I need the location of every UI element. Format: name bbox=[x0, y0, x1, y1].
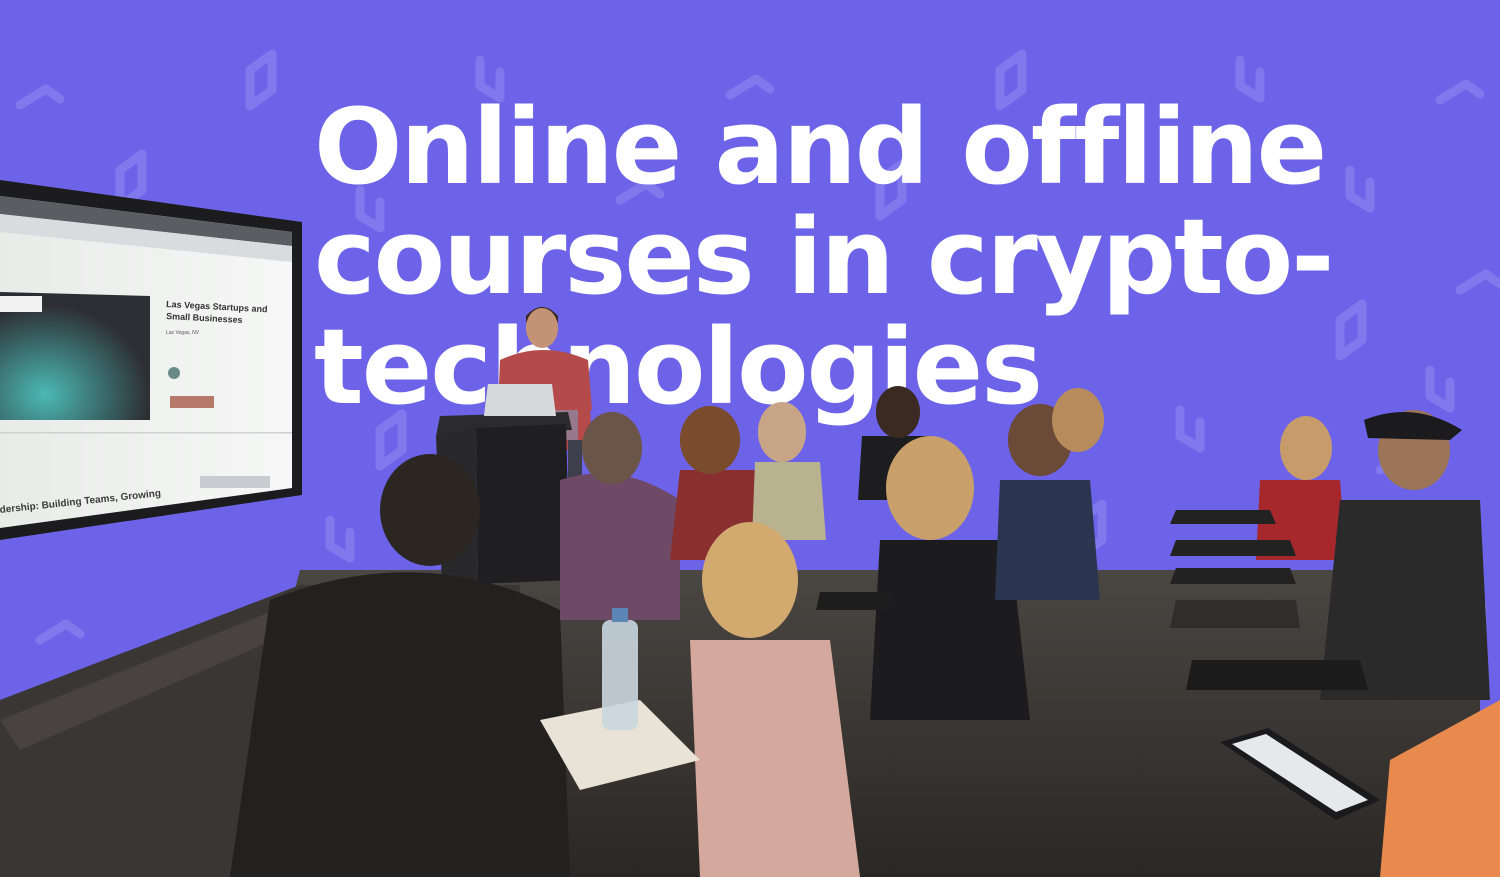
headline-line-1: Online and offline bbox=[314, 86, 1327, 208]
hero-banner: Las Vegas Startups and Small Businesses … bbox=[0, 0, 1500, 877]
screen-event-location: Las Vegas, NV bbox=[166, 330, 200, 336]
page-title: Online and offline courses in crypto- te… bbox=[314, 92, 1414, 422]
screen-event-title-2: Small Businesses bbox=[166, 311, 243, 325]
headline-line-3: technologies bbox=[314, 306, 1043, 428]
headline-line-2: courses in crypto- bbox=[314, 196, 1334, 318]
screen-footer-text: dership: Building Teams, Growing bbox=[0, 488, 161, 516]
